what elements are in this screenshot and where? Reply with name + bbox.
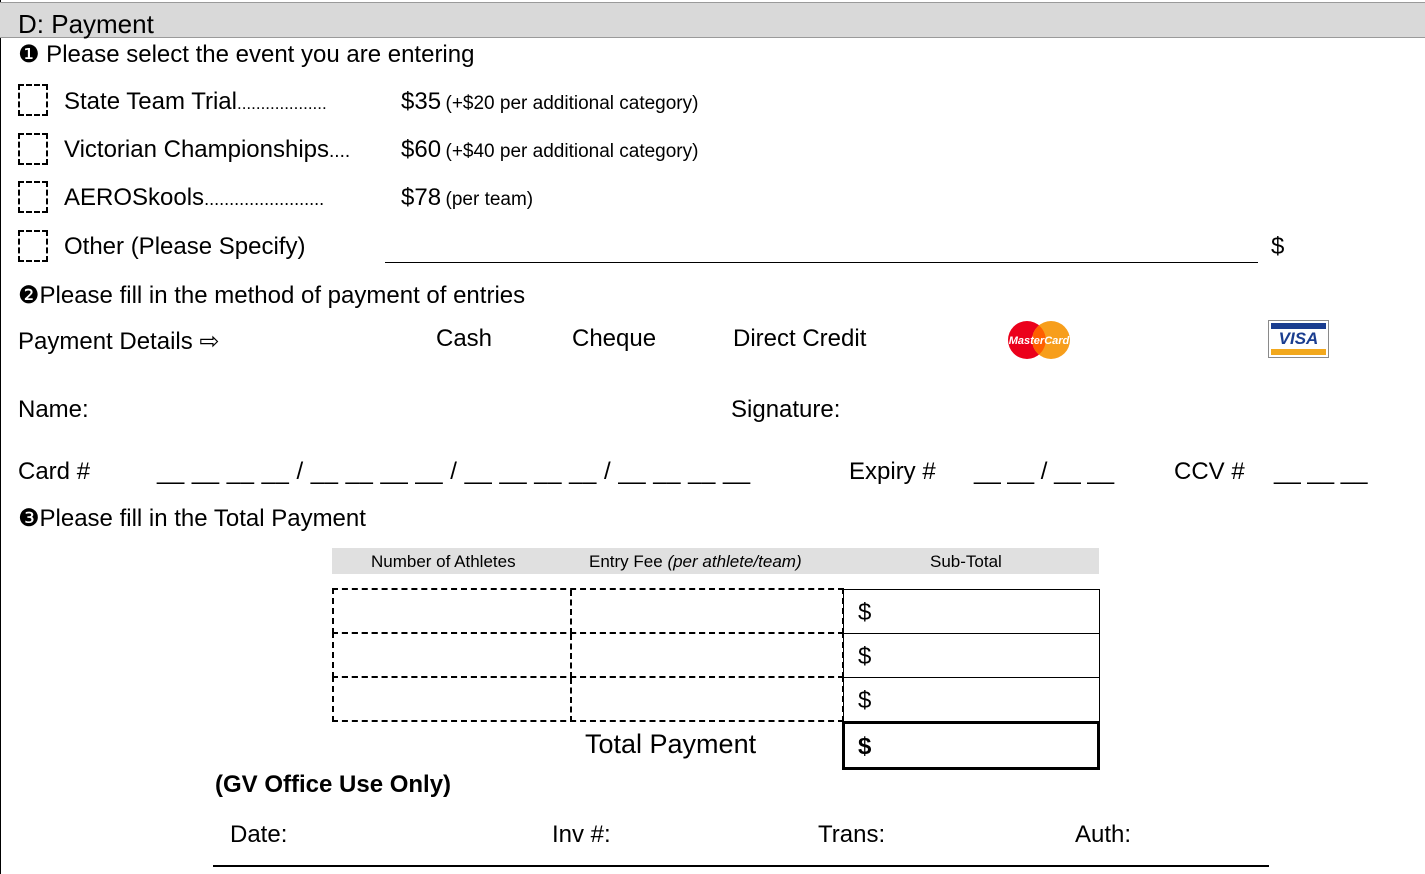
entry-fee-input-3[interactable] — [572, 678, 842, 720]
event-price-state-team-trial: $35 (+$20 per additional category) — [401, 88, 699, 115]
office-trans-label: Trans: — [818, 821, 886, 848]
visa-wordmark: VISA — [1278, 329, 1319, 348]
office-inv-label: Inv #: — [552, 821, 611, 848]
event-label-other: Other (Please Specify) — [64, 233, 306, 260]
total-payment-question: ❸Please fill in the Total Payment — [18, 505, 366, 532]
payment-option-direct-credit[interactable]: Direct Credit — [733, 325, 866, 353]
header-number-of-athletes: Number of Athletes — [371, 552, 516, 571]
athletes-input-3[interactable] — [334, 678, 568, 720]
payment-details-label: Payment Details ⇨ — [18, 328, 220, 355]
expiry-label: Expiry # — [849, 458, 936, 485]
event-price-victorian-championships: $60 (+$40 per additional category) — [401, 136, 699, 163]
event-checkbox-victorian-championships[interactable] — [18, 133, 48, 165]
visa-logo[interactable]: VISA — [1268, 320, 1329, 358]
subtotal-symbol: $ — [858, 687, 872, 714]
mastercard-wordmark: MasterCard — [1009, 335, 1070, 347]
office-date-label: Date: — [230, 821, 288, 848]
mastercard-logo[interactable]: MasterCard — [1007, 320, 1071, 360]
office-use-divider — [213, 865, 1269, 867]
header-sub-total: Sub-Total — [930, 552, 1002, 571]
subtotal-symbol: $ — [858, 643, 872, 670]
form-left-border — [0, 0, 1, 874]
ccv-label: CCV # — [1174, 458, 1245, 485]
entry-fee-input-1[interactable] — [572, 590, 842, 632]
total-payment-label: Total Payment — [585, 729, 757, 759]
signature-label: Signature: — [731, 396, 841, 423]
other-specify-input-line[interactable] — [385, 262, 1258, 263]
header-entry-fee: Entry Fee (per athlete/team) — [589, 552, 802, 571]
payment-method-question: ❷Please fill in the method of payment of… — [18, 282, 526, 309]
entry-fee-input-2[interactable] — [572, 634, 842, 676]
section-header: D: Payment — [0, 2, 1425, 39]
total-payment-cell[interactable]: $ — [842, 721, 1100, 770]
event-question: ❶ Please select the event you are enteri… — [18, 41, 475, 68]
mastercard-icon: MasterCard — [1008, 321, 1070, 359]
subtotal-cell-1[interactable]: $ — [843, 589, 1100, 634]
event-label-aeroskools: AEROSkools........................ — [64, 184, 325, 211]
event-label-state-team-trial: State Team Trial................... — [64, 88, 327, 115]
subtotal-symbol: $ — [858, 599, 872, 626]
event-price-aeroskools: $78 (per team) — [401, 184, 534, 211]
office-use-title: (GV Office Use Only) — [215, 771, 452, 798]
card-number-blanks[interactable]: __ __ __ __ / __ __ __ __ / __ __ __ __ … — [157, 458, 751, 486]
other-amount-symbol: $ — [1271, 233, 1285, 260]
event-checkbox-state-team-trial[interactable] — [18, 84, 48, 116]
payment-option-cash[interactable]: Cash — [436, 325, 492, 353]
ccv-blanks[interactable]: __ __ __ — [1274, 458, 1367, 486]
athletes-input-1[interactable] — [334, 590, 568, 632]
subtotal-cell-3[interactable]: $ — [843, 677, 1100, 722]
event-label-victorian-championships: Victorian Championships.... — [64, 136, 351, 163]
total-symbol: $ — [858, 733, 872, 760]
visa-bottom-band — [1271, 349, 1326, 355]
subtotal-cell-2[interactable]: $ — [843, 633, 1100, 678]
section-title: D: Payment — [18, 9, 154, 39]
office-auth-label: Auth: — [1075, 821, 1132, 848]
expiry-blanks[interactable]: __ __ / __ __ — [974, 458, 1114, 486]
payment-option-cheque[interactable]: Cheque — [572, 325, 656, 353]
event-checkbox-other[interactable] — [18, 230, 48, 262]
name-label: Name: — [18, 396, 89, 423]
event-checkbox-aeroskools[interactable] — [18, 181, 48, 213]
card-number-label: Card # — [18, 458, 91, 485]
athletes-input-2[interactable] — [334, 634, 568, 676]
